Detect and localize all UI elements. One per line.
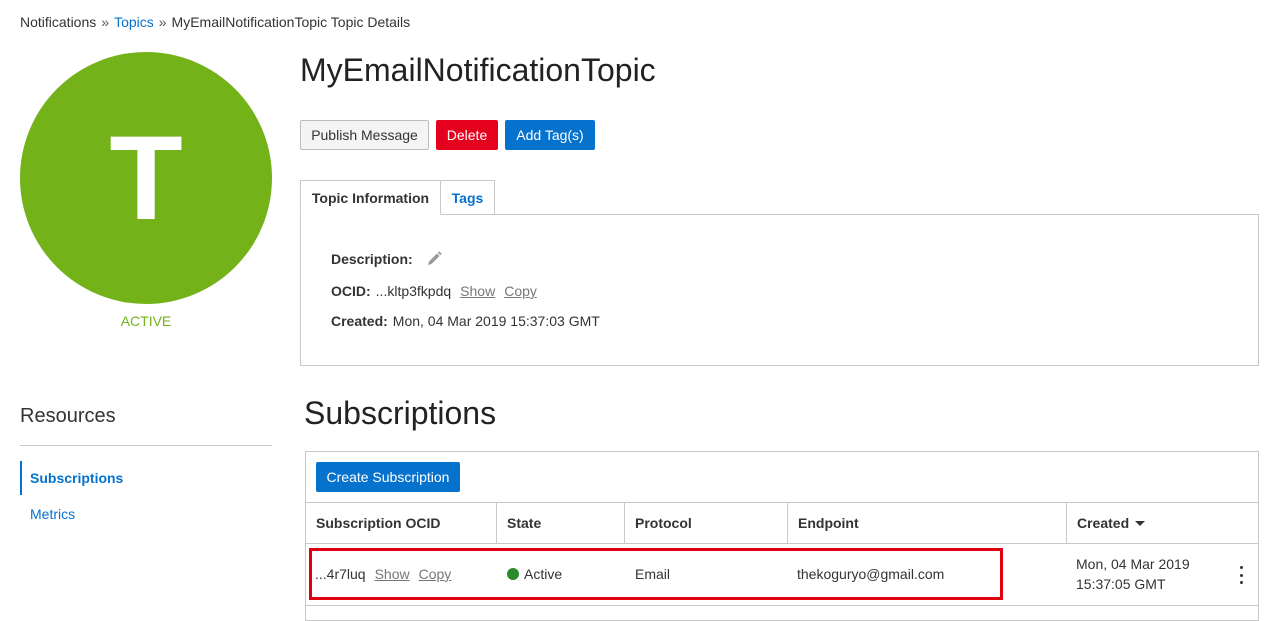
- row-actions-menu-icon[interactable]: [1234, 566, 1248, 584]
- resources-divider: [20, 445, 272, 446]
- state-cell: Active: [507, 544, 562, 604]
- description-row: Description:: [331, 251, 442, 267]
- breadcrumb: Notifications» Topics» MyEmailNotification…: [20, 14, 410, 30]
- created-date: Mon, 04 Mar 2019: [1076, 556, 1190, 572]
- breadcrumb-topics-link[interactable]: Topics: [114, 14, 154, 30]
- subscription-ocid-cell: ...4r7luq Show Copy: [315, 544, 451, 604]
- resources-title: Resources: [20, 405, 116, 427]
- sort-descending-icon[interactable]: [1135, 520, 1146, 526]
- breadcrumb-separator: »: [101, 14, 110, 30]
- description-label: Description:: [331, 251, 413, 267]
- created-label: Created:: [331, 313, 388, 329]
- create-subscription-button[interactable]: Create Subscription: [316, 462, 460, 492]
- created-value: Mon, 04 Mar 2019 15:37:03 GMT: [392, 313, 600, 329]
- ocid-row: OCID: ...kltp3fkpdq Show Copy: [331, 283, 537, 299]
- state-value: Active: [524, 566, 563, 582]
- subscriptions-title: Subscriptions: [304, 395, 497, 431]
- tab-topic-information[interactable]: Topic Information: [300, 180, 441, 215]
- topic-information-panel: Description: OCID: ...kltp3fkpdq Show Co…: [300, 214, 1259, 366]
- ocid-label: OCID:: [331, 283, 371, 299]
- table-row: ...4r7luq Show Copy Active Email thekogu…: [306, 544, 1258, 606]
- pencil-icon[interactable]: [426, 251, 442, 267]
- ocid-copy-link[interactable]: Copy: [504, 283, 537, 299]
- ocid-value: ...kltp3fkpdq: [375, 283, 452, 299]
- topic-avatar: T: [20, 52, 272, 304]
- publish-message-button[interactable]: Publish Message: [300, 120, 429, 150]
- created-cell: Mon, 04 Mar 2019 15:37:05 GMT: [1076, 544, 1190, 604]
- delete-button[interactable]: Delete: [436, 120, 498, 150]
- created-row: Created: Mon, 04 Mar 2019 15:37:03 GMT: [331, 313, 600, 329]
- endpoint-cell: thekoguryo@gmail.com: [797, 566, 945, 582]
- column-header-subscription-ocid[interactable]: Subscription OCID: [306, 503, 497, 543]
- column-header-endpoint[interactable]: Endpoint: [788, 503, 1067, 543]
- subscription-ocid-show-link[interactable]: Show: [375, 566, 410, 582]
- subscriptions-panel: Create Subscription Subscription OCID St…: [305, 451, 1259, 621]
- status-dot-icon: [507, 568, 519, 580]
- column-header-state[interactable]: State: [497, 503, 625, 543]
- page-title: MyEmailNotificationTopic: [300, 52, 656, 88]
- topic-avatar-letter: T: [109, 111, 183, 245]
- breadcrumb-separator: »: [158, 14, 167, 30]
- column-header-protocol[interactable]: Protocol: [625, 503, 788, 543]
- add-tags-button[interactable]: Add Tag(s): [505, 120, 595, 150]
- protocol-cell: Email: [635, 566, 671, 582]
- tab-tags[interactable]: Tags: [441, 180, 495, 215]
- column-header-created-label: Created: [1077, 515, 1130, 531]
- subscription-ocid-copy-link[interactable]: Copy: [419, 566, 452, 582]
- subscription-ocid-value: ...4r7luq: [315, 566, 366, 582]
- table-header: Subscription OCID State Protocol Endpoin…: [306, 502, 1258, 544]
- breadcrumb-current: MyEmailNotificationTopic Topic Details: [171, 14, 411, 30]
- ocid-show-link[interactable]: Show: [460, 283, 495, 299]
- topic-status-label: ACTIVE: [120, 313, 172, 329]
- breadcrumb-notifications[interactable]: Notifications: [20, 14, 96, 30]
- column-header-created[interactable]: Created: [1067, 503, 1258, 543]
- resources-item-metrics[interactable]: Metrics: [20, 497, 272, 531]
- resources-item-subscriptions[interactable]: Subscriptions: [20, 461, 272, 495]
- created-time: 15:37:05 GMT: [1076, 576, 1166, 592]
